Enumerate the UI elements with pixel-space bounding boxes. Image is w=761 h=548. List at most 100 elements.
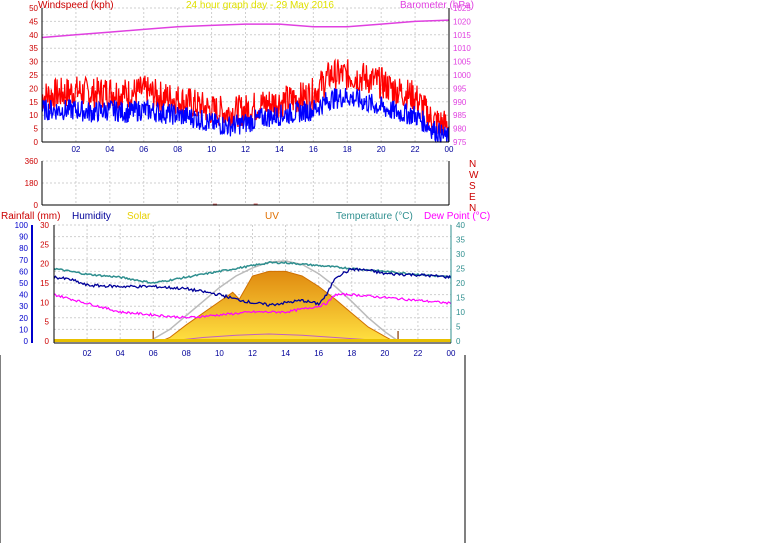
wind-y-tick-label: 5 <box>34 125 39 134</box>
humidity-tick-label: 80 <box>19 244 28 253</box>
wind-y-tick-label: 30 <box>29 58 38 67</box>
conditions-x-tick-label: 16 <box>314 349 323 358</box>
direction-y-tick-label: 0 <box>34 201 39 210</box>
wind-x-tick-label: 14 <box>275 145 284 154</box>
wind-x-tick-label: 10 <box>207 145 216 154</box>
wind-chart: 05101520253035404550 9759809859909951000… <box>29 0 474 154</box>
direction-letter: W <box>469 170 479 181</box>
wind-x-tick-label: 18 <box>343 145 352 154</box>
conditions-x-tick-label: 12 <box>248 349 257 358</box>
humidity-tick-label: 90 <box>19 233 28 242</box>
wind-x-tick-label: 22 <box>411 145 420 154</box>
humidity-tick-label: 30 <box>19 302 28 311</box>
baro-y-tick-label: 985 <box>453 111 467 120</box>
conditions-x-tick-label: 06 <box>149 349 158 358</box>
baro-y-tick-label: 995 <box>453 84 467 93</box>
rain-ticks: 0 5 10 15 20 25 30 <box>40 221 49 346</box>
rainfall-label: Rainfall (mm) <box>1 211 60 222</box>
baro-y-tick-label: 1000 <box>453 71 471 80</box>
wind-y-tick-label: 25 <box>29 71 38 80</box>
chart-title: 24 hour graph day - 29 May 2016 <box>186 0 334 11</box>
temp-tick-label: 30 <box>456 250 465 259</box>
conditions-chart: Rainfall (mm) Humidity Solar UV Temperat… <box>1 211 490 358</box>
temperature-label: Temperature (°C) <box>336 211 413 222</box>
direction-y-tick-label: 180 <box>25 179 39 188</box>
direction-letter: N <box>469 159 476 170</box>
humidity-tick-label: 0 <box>24 337 29 346</box>
humidity-tick-label: 70 <box>19 256 28 265</box>
rain-tick-label: 5 <box>45 318 50 327</box>
baro-y-tick-label: 980 <box>453 125 467 134</box>
wind-x-tick-label: 04 <box>105 145 114 154</box>
humidity-tick-label: 20 <box>19 314 28 323</box>
rain-baseline-bar <box>54 339 451 342</box>
humidity-tick-label: 40 <box>19 291 28 300</box>
wind-x-ticks: 02 04 06 08 10 12 14 16 18 20 22 00 <box>71 145 454 154</box>
wind-x-tick-label: 16 <box>309 145 318 154</box>
temp-tick-label: 5 <box>456 323 461 332</box>
wind-x-tick-label: 06 <box>139 145 148 154</box>
conditions-x-ticks: 02 04 06 08 10 12 14 16 18 20 22 00 <box>83 349 456 358</box>
wind-x-tick-label: 20 <box>377 145 386 154</box>
conditions-x-tick-label: 00 <box>447 349 456 358</box>
wind-y-tick-label: 40 <box>29 31 38 40</box>
temp-tick-label: 20 <box>456 279 465 288</box>
wind-y-tick-label: 10 <box>29 111 38 120</box>
rain-tick-label: 15 <box>40 279 49 288</box>
baro-y-tick-label: 990 <box>453 98 467 107</box>
conditions-x-tick-label: 08 <box>182 349 191 358</box>
direction-letter: E <box>469 192 476 203</box>
direction-letters: NWSEN <box>469 159 479 214</box>
conditions-x-tick-label: 18 <box>347 349 356 358</box>
baro-y-tick-label: 1005 <box>453 58 471 67</box>
uv-label: UV <box>265 211 279 222</box>
wind-x-tick-label: 02 <box>71 145 80 154</box>
wind-x-tick-label: 00 <box>445 145 454 154</box>
baro-y-tick-label: 1020 <box>453 17 471 26</box>
humidity-tick-label: 60 <box>19 267 28 276</box>
rain-tick-label: 20 <box>40 260 49 269</box>
wind-y-tick-label: 45 <box>29 17 38 26</box>
humidity-tick-label: 100 <box>15 221 29 230</box>
humidity-tick-label: 10 <box>19 325 28 334</box>
conditions-x-tick-label: 02 <box>83 349 92 358</box>
temp-tick-label: 10 <box>456 308 465 317</box>
weather-graph-panel: 0 5 10 15 20 25 30 35 40 45 50 975 980 985 990 995 1000… <box>0 0 761 543</box>
conditions-x-tick-label: 10 <box>215 349 224 358</box>
temp-tick-label: 40 <box>456 221 465 230</box>
wind-x-tick-label: 12 <box>241 145 250 154</box>
wind-x-tick-label: 08 <box>173 145 182 154</box>
temp-tick-label: 15 <box>456 294 465 303</box>
conditions-x-tick-label: 22 <box>413 349 422 358</box>
wind-y-tick-label: 20 <box>29 84 38 93</box>
conditions-x-tick-label: 14 <box>281 349 290 358</box>
rain-tick-label: 10 <box>40 298 49 307</box>
direction-y-tick-label: 360 <box>25 157 39 166</box>
wind-y-tick-label: 0 <box>34 138 39 147</box>
baro-y-tick-label: 975 <box>453 138 467 147</box>
rain-tick-label: 30 <box>40 221 49 230</box>
direction-letter: S <box>469 181 476 192</box>
windspeed-label: Windspeed (kph) <box>38 0 114 11</box>
baro-y-tick-label: 1015 <box>453 31 471 40</box>
temp-tick-label: 25 <box>456 265 465 274</box>
temp-tick-label: 35 <box>456 236 465 245</box>
humidity-label: Humidity <box>72 211 111 222</box>
baro-y-ticks: 975980985990995100010051010101510201025 <box>453 4 471 147</box>
humidity-tick-label: 50 <box>19 279 28 288</box>
temp-ticks: 0 5 10 15 20 25 30 35 40 <box>456 221 465 346</box>
humidity-ticks: 0 10 20 30 40 50 60 70 80 90 100 <box>15 221 29 346</box>
solar-label: Solar <box>127 211 151 222</box>
wind-y-tick-label: 15 <box>29 98 38 107</box>
weather-charts: 05101520253035404550 9759809859909951000… <box>0 0 490 543</box>
wind-y-ticks: 05101520253035404550 <box>29 4 38 147</box>
baro-y-tick-label: 1010 <box>453 44 471 53</box>
barometer-label: Barometer (hPa) <box>400 0 474 11</box>
direction-chart: 0180360 NWSEN <box>25 157 479 214</box>
conditions-x-tick-label: 20 <box>380 349 389 358</box>
rain-tick-label: 0 <box>45 337 50 346</box>
temp-tick-label: 0 <box>456 337 461 346</box>
wind-y-tick-label: 35 <box>29 44 38 53</box>
direction-y-ticks: 0 180 360 <box>25 157 39 210</box>
rain-tick-label: 25 <box>40 240 49 249</box>
